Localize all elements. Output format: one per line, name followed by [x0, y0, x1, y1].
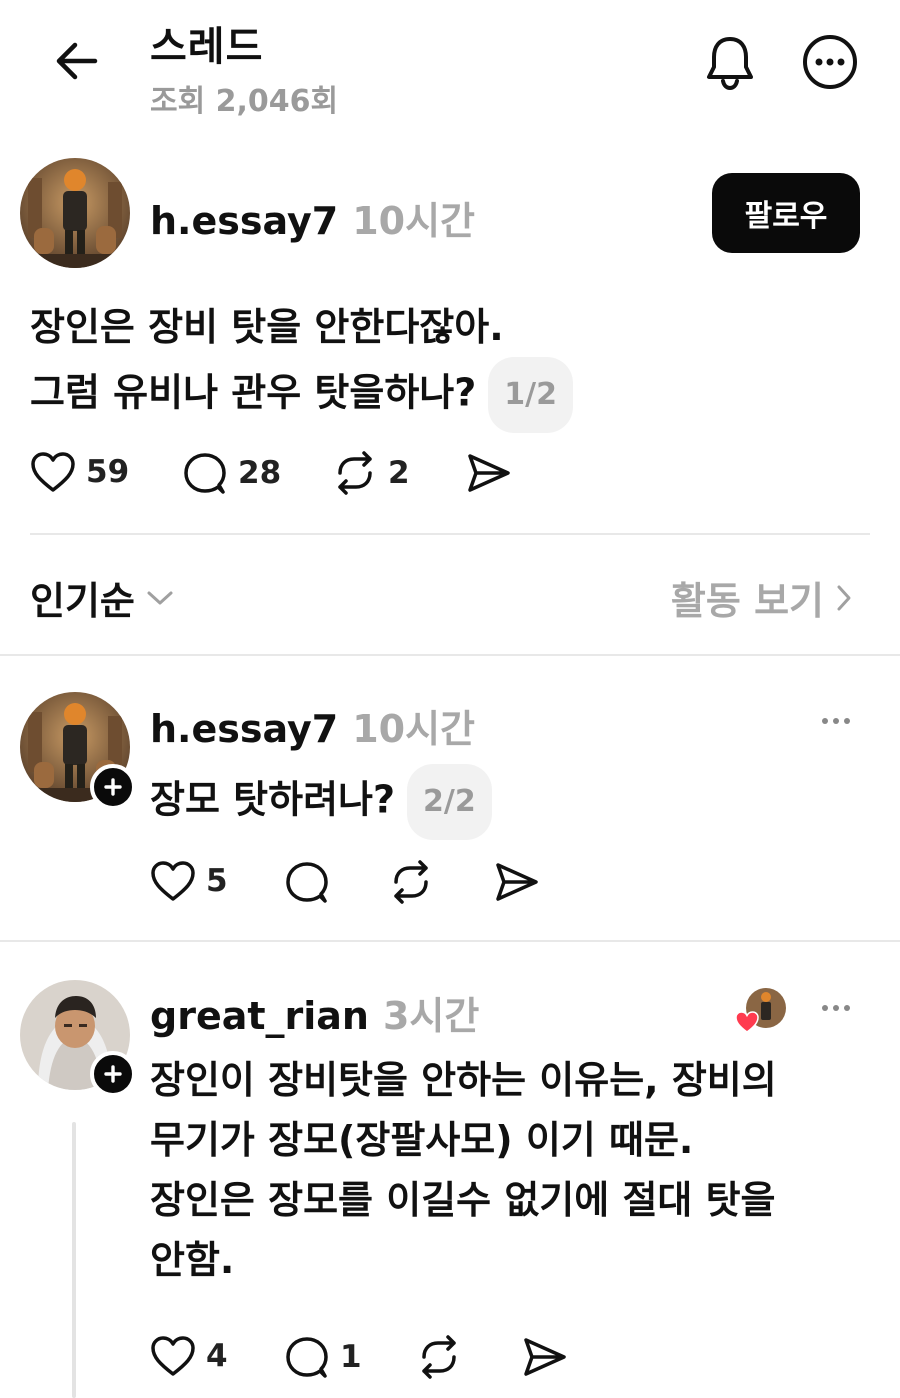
repost-button[interactable] — [388, 860, 434, 904]
section-divider — [0, 654, 900, 656]
comment-count: 28 — [238, 455, 282, 491]
arrow-left-icon — [56, 42, 98, 80]
thread-pager[interactable]: 2/2 — [407, 764, 492, 840]
send-icon — [496, 863, 538, 901]
like-button[interactable]: 59 — [30, 451, 129, 493]
section-divider — [30, 533, 870, 535]
repost-icon — [422, 1335, 456, 1379]
share-button[interactable] — [494, 860, 540, 904]
comment-count: 1 — [340, 1339, 362, 1375]
reply-line: 장인은 장모를 이길수 없기에 절대 탓을 — [150, 1178, 776, 1222]
section-divider — [0, 940, 900, 942]
dot — [833, 718, 839, 724]
reply-more-button[interactable] — [822, 718, 850, 724]
comment-button[interactable]: 1 — [284, 1335, 362, 1379]
heart-icon — [31, 452, 75, 492]
reply-line: 무기가 장모(장팔사모) 이기 때문. — [150, 1118, 694, 1162]
more-circle-icon — [803, 35, 857, 89]
comment-button[interactable]: 28 — [182, 451, 281, 495]
reply-username[interactable]: great_rian — [150, 994, 369, 1038]
view-count: 조회 2,046회 — [150, 84, 339, 119]
comment-icon — [184, 453, 226, 494]
bell-icon — [707, 37, 753, 91]
reply-time: 10시간 — [352, 707, 475, 751]
comment-icon — [286, 1337, 328, 1378]
share-button[interactable] — [522, 1335, 568, 1379]
dot — [844, 1005, 850, 1011]
sort-label: 인기순 — [30, 579, 135, 623]
repost-button[interactable] — [416, 1335, 462, 1379]
follow-button[interactable]: 팔로우 — [712, 173, 860, 253]
like-count: 4 — [206, 1338, 228, 1374]
liked-by-author-indicator — [734, 988, 786, 1036]
comment-button[interactable] — [284, 860, 330, 904]
repost-count: 2 — [388, 455, 410, 491]
reply-username[interactable]: h.essay7 — [150, 707, 338, 751]
thread-pager[interactable]: 1/2 — [488, 357, 574, 433]
like-button[interactable]: 4 — [150, 1335, 228, 1377]
reply-line: 장인이 장비탓을 안하는 이유는, 장비의 — [150, 1058, 777, 1102]
repost-icon — [394, 860, 428, 904]
post-line: 장인은 장비 탓을 안한다잖아. — [30, 305, 504, 349]
like-button[interactable]: 5 — [150, 860, 228, 902]
like-count: 59 — [86, 454, 130, 490]
post-body: 장인은 장비 탓을 안한다잖아. 그럼 유비나 관우 탓을하나? 1/2 — [30, 297, 574, 433]
activity-label: 활동 보기 — [670, 579, 824, 623]
follow-plus-button[interactable] — [90, 1051, 136, 1097]
activity-link[interactable]: 활동 보기 — [671, 570, 854, 625]
chevron-right-icon — [837, 585, 851, 610]
chevron-down-icon — [147, 591, 173, 604]
repost-icon — [338, 451, 372, 495]
plus-icon — [104, 778, 122, 796]
send-icon — [468, 454, 510, 492]
post-line: 그럼 유비나 관우 탓을하나? — [30, 370, 477, 415]
post-username[interactable]: h.essay7 — [150, 199, 338, 243]
reply-line: 안함. — [150, 1238, 235, 1282]
back-button[interactable] — [48, 36, 104, 86]
post-time: 10시간 — [352, 199, 475, 243]
follow-plus-button[interactable] — [90, 764, 136, 810]
dot — [833, 1005, 839, 1011]
reply-time: 3시간 — [382, 994, 480, 1038]
more-options-button[interactable] — [800, 32, 860, 92]
share-button[interactable] — [466, 451, 512, 495]
sort-dropdown[interactable]: 인기순 — [30, 570, 175, 625]
reply-body: 장인이 장비탓을 안하는 이유는, 장비의 무기가 장모(장팔사모) 이기 때문… — [150, 1050, 777, 1290]
reply-more-button[interactable] — [822, 1005, 850, 1011]
dot — [822, 718, 828, 724]
dot — [844, 718, 850, 724]
reply-body: 장모 탓하려나? 2/2 — [150, 764, 492, 840]
heart-icon — [735, 1011, 759, 1033]
notification-button[interactable] — [700, 30, 760, 94]
page-title: 스레드 — [150, 24, 264, 70]
heart-icon — [151, 861, 195, 901]
avatar[interactable] — [20, 158, 130, 268]
plus-icon — [104, 1065, 122, 1083]
dot — [822, 1005, 828, 1011]
like-count: 5 — [206, 863, 228, 899]
thread-line — [72, 1122, 76, 1398]
send-icon — [524, 1338, 566, 1376]
heart-icon — [151, 1336, 195, 1376]
comment-icon — [286, 862, 328, 903]
reply-line: 장모 탓하려나? — [150, 777, 396, 822]
repost-button[interactable]: 2 — [332, 451, 410, 495]
